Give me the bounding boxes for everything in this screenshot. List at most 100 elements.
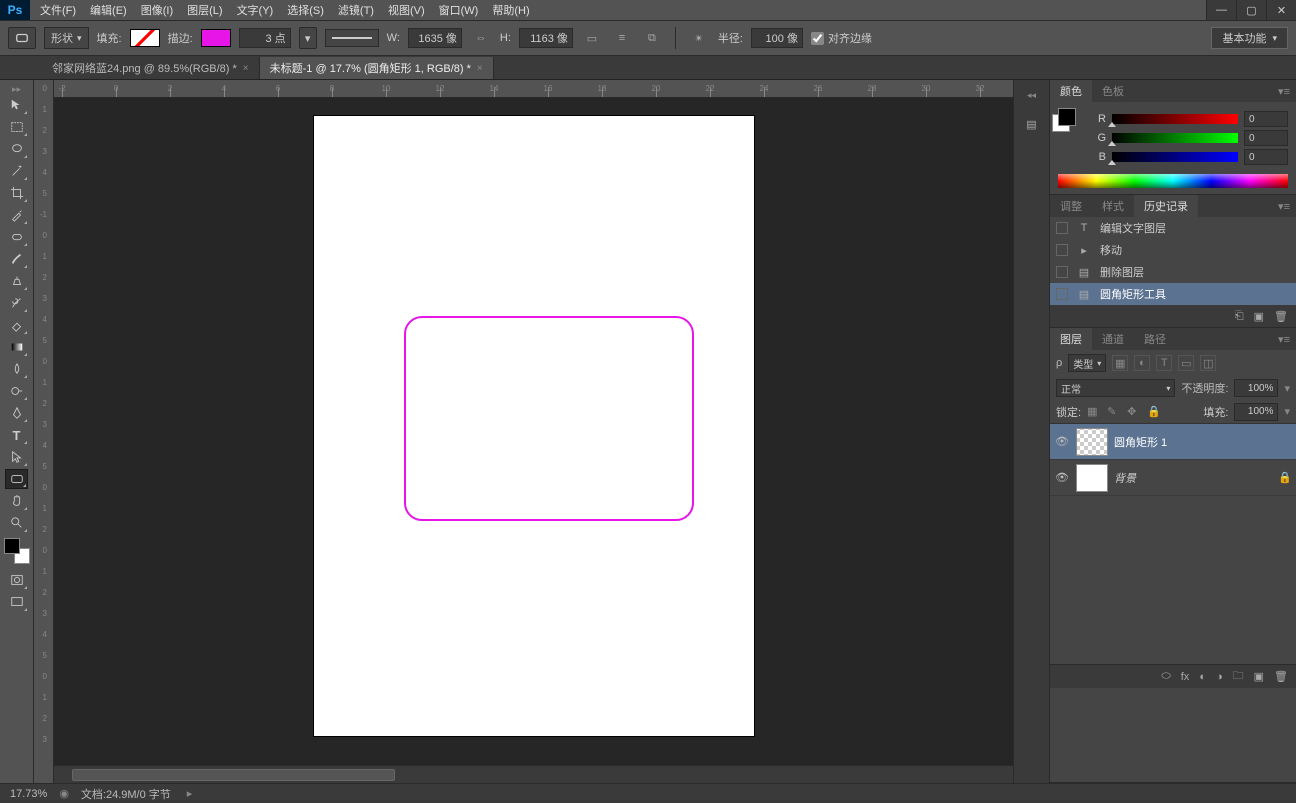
history-checkbox[interactable] bbox=[1056, 222, 1068, 234]
history-checkbox[interactable] bbox=[1056, 288, 1068, 300]
opacity-input[interactable] bbox=[1234, 379, 1278, 397]
history-snapshot-icon[interactable]: ⎗ bbox=[1235, 310, 1244, 323]
layer-thumbnail[interactable] bbox=[1076, 464, 1108, 492]
history-item[interactable]: ▸ 移动 bbox=[1050, 239, 1296, 261]
tab-channels[interactable]: 通道 bbox=[1092, 328, 1134, 350]
tab-close-icon[interactable]: × bbox=[243, 63, 249, 74]
history-trash-icon[interactable]: 🗑 bbox=[1274, 310, 1288, 323]
panel-menu-icon[interactable]: ▾≡ bbox=[1272, 200, 1296, 213]
history-checkbox[interactable] bbox=[1056, 244, 1068, 256]
tab-close-icon[interactable]: × bbox=[477, 63, 483, 74]
menu-view[interactable]: 视图(V) bbox=[388, 2, 425, 18]
blend-mode-select[interactable]: 正常 bbox=[1056, 379, 1175, 397]
tab-color[interactable]: 颜色 bbox=[1050, 80, 1092, 102]
history-item[interactable]: ▤ 圆角矩形工具 bbox=[1050, 283, 1296, 305]
b-input[interactable] bbox=[1244, 149, 1288, 165]
marquee-tool[interactable] bbox=[5, 117, 28, 137]
history-item[interactable]: ▤ 删除图层 bbox=[1050, 261, 1296, 283]
document-tab[interactable]: 未标题-1 @ 17.7% (圆角矩形 1, RGB/8) * × bbox=[260, 57, 494, 79]
stroke-style-picker[interactable] bbox=[325, 29, 379, 47]
type-tool[interactable]: T bbox=[5, 425, 28, 445]
layer-thumbnail[interactable] bbox=[1076, 428, 1108, 456]
arrange-icon[interactable]: ⧉ bbox=[641, 27, 663, 49]
delete-layer-icon[interactable]: 🗑 bbox=[1274, 670, 1288, 683]
rounded-rect-tool[interactable] bbox=[5, 469, 28, 489]
screen-mode-tool[interactable] bbox=[5, 592, 28, 612]
canvas-page[interactable] bbox=[314, 116, 754, 736]
fill-input[interactable] bbox=[1234, 403, 1278, 421]
shape-mode-select[interactable]: 形状 bbox=[44, 27, 89, 49]
stroke-width-dropdown[interactable]: ▾ bbox=[299, 27, 317, 49]
brush-tool[interactable] bbox=[5, 249, 28, 269]
healing-brush-tool[interactable] bbox=[5, 227, 28, 247]
lock-transparent-icon[interactable]: ▦ bbox=[1087, 405, 1101, 419]
layer-filter-select[interactable]: 类型 bbox=[1068, 354, 1106, 372]
canvas-viewport[interactable] bbox=[54, 98, 1013, 765]
align-icon[interactable]: ≡ bbox=[611, 27, 633, 49]
panel-menu-icon[interactable]: ▾≡ bbox=[1272, 85, 1296, 98]
eraser-tool[interactable] bbox=[5, 315, 28, 335]
foreground-color-swatch[interactable] bbox=[4, 538, 20, 554]
tab-paths[interactable]: 路径 bbox=[1134, 328, 1176, 350]
tool-preset-picker[interactable] bbox=[8, 27, 36, 49]
menu-type[interactable]: 文字(Y) bbox=[237, 2, 274, 18]
g-slider[interactable] bbox=[1112, 133, 1238, 143]
adjustment-layer-icon[interactable]: ◑ bbox=[1216, 671, 1223, 683]
strip-history-icon[interactable]: ▤ bbox=[1020, 112, 1044, 136]
lasso-tool[interactable] bbox=[5, 139, 28, 159]
zoom-tool[interactable] bbox=[5, 513, 28, 533]
panel-menu-icon[interactable]: ▾≡ bbox=[1272, 333, 1296, 346]
layer-fx-icon[interactable]: fx bbox=[1181, 671, 1190, 683]
color-spectrum[interactable] bbox=[1058, 174, 1288, 188]
layer-group-icon[interactable]: 🗀 bbox=[1233, 667, 1244, 686]
layer-mask-icon[interactable]: ◐ bbox=[1199, 671, 1206, 683]
horizontal-scrollbar[interactable] bbox=[54, 765, 1013, 783]
tab-adjustments[interactable]: 调整 bbox=[1050, 195, 1092, 217]
crop-tool[interactable] bbox=[5, 183, 28, 203]
tab-styles[interactable]: 样式 bbox=[1092, 195, 1134, 217]
document-tab[interactable]: 邻家网络蓝24.png @ 89.5%(RGB/8) * × bbox=[42, 57, 260, 79]
tab-history[interactable]: 历史记录 bbox=[1134, 195, 1198, 217]
tab-swatches[interactable]: 色板 bbox=[1092, 80, 1134, 102]
dodge-tool[interactable] bbox=[5, 381, 28, 401]
hand-tool[interactable] bbox=[5, 491, 28, 511]
lock-pixels-icon[interactable]: ✎ bbox=[1107, 405, 1121, 419]
move-tool[interactable] bbox=[5, 95, 28, 115]
layer-visibility-icon[interactable]: 👁 bbox=[1054, 471, 1070, 484]
color-picker[interactable] bbox=[4, 538, 30, 564]
stroke-width-input[interactable] bbox=[239, 28, 291, 48]
minimize-button[interactable]: — bbox=[1206, 0, 1236, 20]
new-layer-icon[interactable]: ▣ bbox=[1254, 670, 1264, 683]
menu-help[interactable]: 帮助(H) bbox=[492, 2, 529, 18]
filter-type-icon[interactable]: T bbox=[1156, 355, 1172, 371]
stroke-swatch[interactable] bbox=[201, 29, 231, 47]
align-edges-checkbox[interactable]: 对齐边缘 bbox=[811, 30, 872, 46]
status-doc-icon[interactable]: ◉ bbox=[59, 787, 69, 800]
menu-file[interactable]: 文件(F) bbox=[40, 2, 76, 18]
history-camera-icon[interactable]: ▣ bbox=[1254, 310, 1264, 323]
link-wh-icon[interactable]: ⇔ bbox=[470, 27, 492, 49]
clone-stamp-tool[interactable] bbox=[5, 271, 28, 291]
g-input[interactable] bbox=[1244, 130, 1288, 146]
lock-position-icon[interactable]: ✥ bbox=[1127, 405, 1141, 419]
strip-expand[interactable]: ◂◂ bbox=[1017, 90, 1047, 100]
close-button[interactable]: ✕ bbox=[1266, 0, 1296, 20]
menu-select[interactable]: 选择(S) bbox=[287, 2, 324, 18]
quick-mask-tool[interactable] bbox=[5, 570, 28, 590]
zoom-value[interactable]: 17.73% bbox=[10, 788, 47, 800]
menu-image[interactable]: 图像(I) bbox=[141, 2, 173, 18]
menu-window[interactable]: 窗口(W) bbox=[439, 2, 479, 18]
blur-tool[interactable] bbox=[5, 359, 28, 379]
panel-fg-swatch[interactable] bbox=[1058, 108, 1076, 126]
menu-edit[interactable]: 编辑(E) bbox=[90, 2, 127, 18]
fill-swatch[interactable] bbox=[130, 29, 160, 47]
pen-tool[interactable] bbox=[5, 403, 28, 423]
menu-filter[interactable]: 滤镜(T) bbox=[338, 2, 374, 18]
tab-layers[interactable]: 图层 bbox=[1050, 328, 1092, 350]
r-input[interactable] bbox=[1244, 111, 1288, 127]
filter-smart-icon[interactable]: ◫ bbox=[1200, 355, 1216, 371]
align-edges-input[interactable] bbox=[811, 32, 824, 45]
status-menu-arrow[interactable]: ▸ bbox=[187, 787, 193, 800]
link-layers-icon[interactable]: ⬭ bbox=[1161, 670, 1170, 683]
scroll-thumb[interactable] bbox=[72, 769, 395, 781]
